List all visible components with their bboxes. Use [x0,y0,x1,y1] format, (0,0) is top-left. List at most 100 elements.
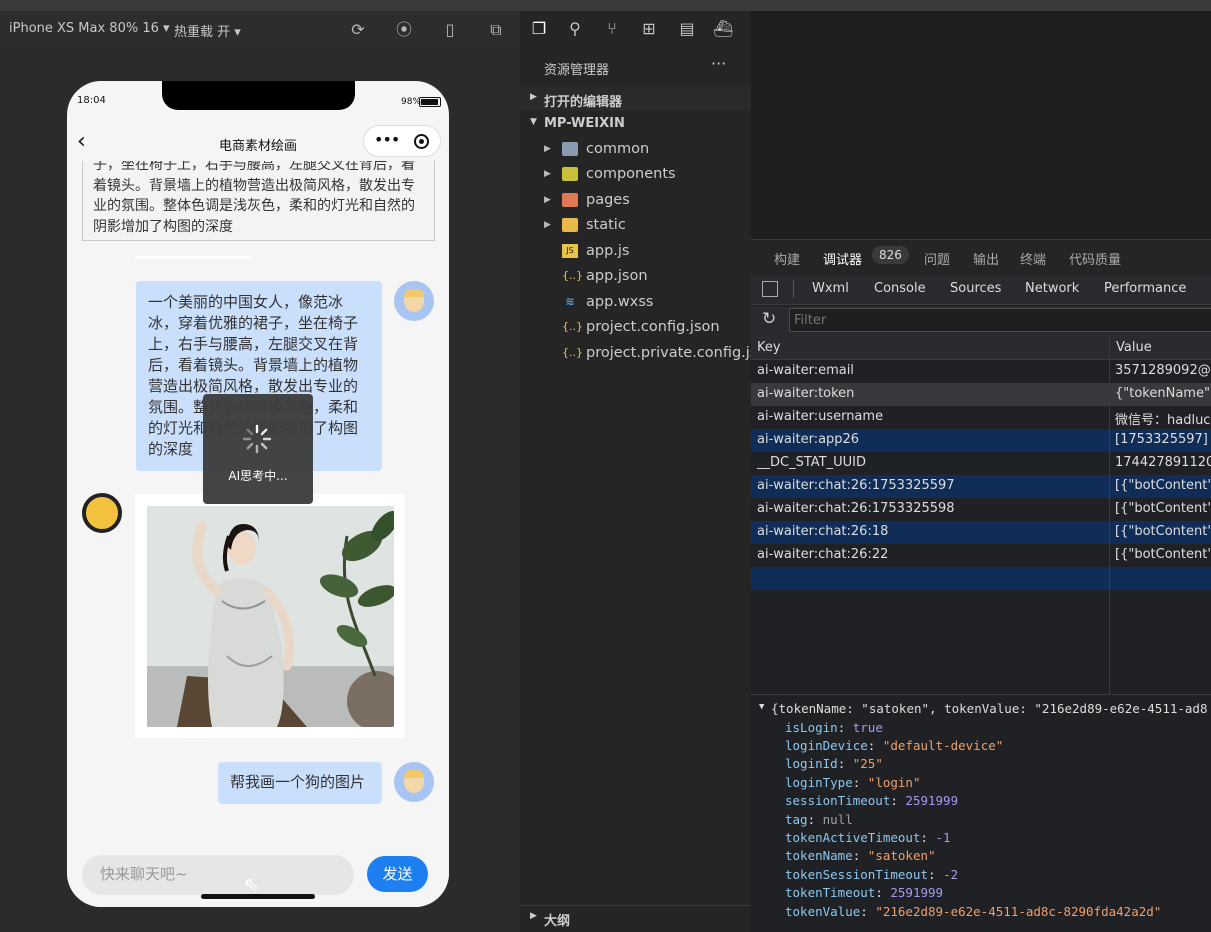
status-time: 18:04 [77,95,106,106]
refresh-icon[interactable]: ⟳ [348,20,368,40]
row-value: [{"botContent":" [1115,524,1211,539]
docker-icon[interactable]: ⛴ [713,19,733,39]
stop-icon[interactable]: ⦿ [394,20,414,40]
detail-value: 2591999 [890,885,944,900]
detail-value: -2 [943,867,959,882]
chevron-down-icon[interactable]: ▼ [759,702,764,712]
table-row[interactable]: ai-waiter:chat:26:22 [{"botContent":" [751,544,1211,567]
column-value[interactable]: Value [1116,340,1152,355]
folder-icon [562,218,578,232]
tab-performance[interactable]: Performance [1104,281,1186,296]
tab-problems[interactable]: 问题 [924,249,950,268]
row-value: {"tokenName":" [1115,386,1211,401]
tree-item-app-wxss[interactable]: ≋ app.wxss [520,292,751,317]
tree-item-project-private-config[interactable]: {..} project.private.config.js... [520,343,771,368]
tree-item-app-json[interactable]: {..} app.json [520,266,751,291]
detail-value: "216e2d89-e62e-4511-ad8c-8290fda42a2d" [875,904,1162,919]
js-file-icon: JS [562,244,578,258]
row-key: ai-waiter:token [757,386,855,401]
tree-item-app-js[interactable]: JS app.js [520,241,751,266]
separator [793,280,794,298]
detail-line: loginDevice: "default-device" [785,738,1004,753]
row-value: [{"botContent":" [1115,501,1211,516]
tab-console[interactable]: Console [874,281,926,296]
open-editors-section[interactable]: ▶ 打开的编辑器 [520,87,751,111]
tab-terminal[interactable]: 终端 [1020,249,1046,268]
tree-item-pages[interactable]: ▶ pages [520,190,751,215]
detail-key: isLogin [785,720,838,735]
explorer-icon[interactable]: ❐ [529,19,549,39]
row-value: 17442789112000 [1115,455,1211,470]
detail-value: "25" [852,756,883,771]
detail-value: -1 [935,830,951,845]
table-row-empty[interactable] [751,567,1211,590]
project-section[interactable]: ▼ MP-WEIXIN [520,112,751,136]
row-key: __DC_STAT_UUID [757,455,866,470]
tree-item-static[interactable]: ▶ static [520,215,751,240]
row-value: [1753325597] [1115,432,1208,447]
outline-section[interactable]: ▶ 大纲 [520,905,751,929]
device-select[interactable]: iPhone XS Max 80% 16 ▾ [9,21,170,36]
column-divider[interactable] [1109,336,1110,694]
debug-icon[interactable]: ▤ [677,19,697,39]
more-actions-icon[interactable]: ··· [711,54,726,73]
tab-sources[interactable]: Sources [950,281,1001,296]
storage-table: Key Value ai-waiter:email 3571289092@q ai… [751,336,1211,694]
refresh-icon[interactable]: ↻ [762,309,776,329]
tree-item-label: app.json [586,268,648,284]
open-editors-label: 打开的编辑器 [544,95,623,110]
battery-percent: 98% [400,97,421,107]
row-key: ai-waiter:app26 [757,432,860,447]
row-value: 微信号：hadluc [1115,413,1211,428]
tree-item-project-config[interactable]: {..} project.config.json [520,317,751,342]
detail-key: sessionTimeout [785,793,891,808]
inspect-icon[interactable] [762,281,778,297]
tree-item-label: common [586,141,650,157]
table-row[interactable]: __DC_STAT_UUID 17442789112000 [751,452,1211,475]
tree-item-components[interactable]: ▶ components [520,164,751,189]
search-icon[interactable]: ⚲ [565,19,585,39]
phone-notch [162,81,355,110]
table-row[interactable]: ai-waiter:chat:26:18 [{"botContent":" [751,521,1211,544]
tab-build[interactable]: 构建 [774,249,800,268]
generated-image[interactable] [147,506,394,727]
user-avatar [394,281,434,321]
phone-icon[interactable]: ▯ [440,20,460,40]
filter-input[interactable] [789,308,1211,332]
tab-code-quality[interactable]: 代码质量 [1069,249,1121,268]
source-control-icon[interactable]: ⑂ [602,19,622,39]
table-row[interactable]: ai-waiter:app26 [1753325597] [751,429,1211,452]
mouse-cursor-icon: ⇖ [243,872,260,896]
detail-line: tokenActiveTimeout: -1 [785,830,951,845]
send-button[interactable]: 发送 [367,856,428,892]
chevron-right-icon: ▶ [544,195,551,205]
tab-debugger[interactable]: 调试器 [823,249,862,268]
close-mini-icon[interactable] [414,134,429,149]
column-key[interactable]: Key [757,340,781,355]
extensions-icon[interactable]: ⊞ [639,19,659,39]
table-row[interactable]: ai-waiter:chat:26:1753325597 [{"botConten… [751,475,1211,498]
tab-output[interactable]: 输出 [973,249,999,268]
popout-icon[interactable]: ⧉ [486,20,506,40]
detail-line: tokenName: "satoken" [785,848,936,863]
tab-wxml[interactable]: Wxml [812,281,849,296]
json-file-icon: {..} [562,269,583,282]
detail-key: tokenSessionTimeout [785,867,928,882]
previous-message-text: 子，坐在椅子上，右手与腰高，左腿交叉在背后，看着镜头。背景墙上的植物营造出极简风… [93,161,415,235]
tab-network[interactable]: Network [1025,281,1079,296]
more-icon[interactable]: ••• [374,130,400,149]
tree-item-label: project.private.config.js... [586,345,772,361]
hot-reload-toggle[interactable]: 热重载 开 ▾ [174,21,241,40]
chat-input[interactable]: 快来聊天吧~ [82,855,354,895]
json-file-icon: {..} [562,320,583,333]
table-row[interactable]: ai-waiter:username 微信号：hadluc [751,406,1211,429]
detail-value: "satoken" [867,848,936,863]
value-detail: ▼ {tokenName: "satoken", tokenValue: "21… [751,694,1211,932]
tree-item-common[interactable]: ▶ common [520,139,751,164]
simulator-toolbar: iPhone XS Max 80% 16 ▾ 热重载 开 ▾ ⟳ ⦿ ▯ ⧉ [0,11,520,48]
table-row[interactable]: ai-waiter:chat:26:1753325598 [{"botConten… [751,498,1211,521]
outline-label: 大纲 [544,914,571,929]
devtools-tabs: Wxml Console Sources Network Performance [751,275,1211,305]
table-row[interactable]: ai-waiter:token {"tokenName":" [751,383,1211,406]
table-row[interactable]: ai-waiter:email 3571289092@q [751,360,1211,383]
